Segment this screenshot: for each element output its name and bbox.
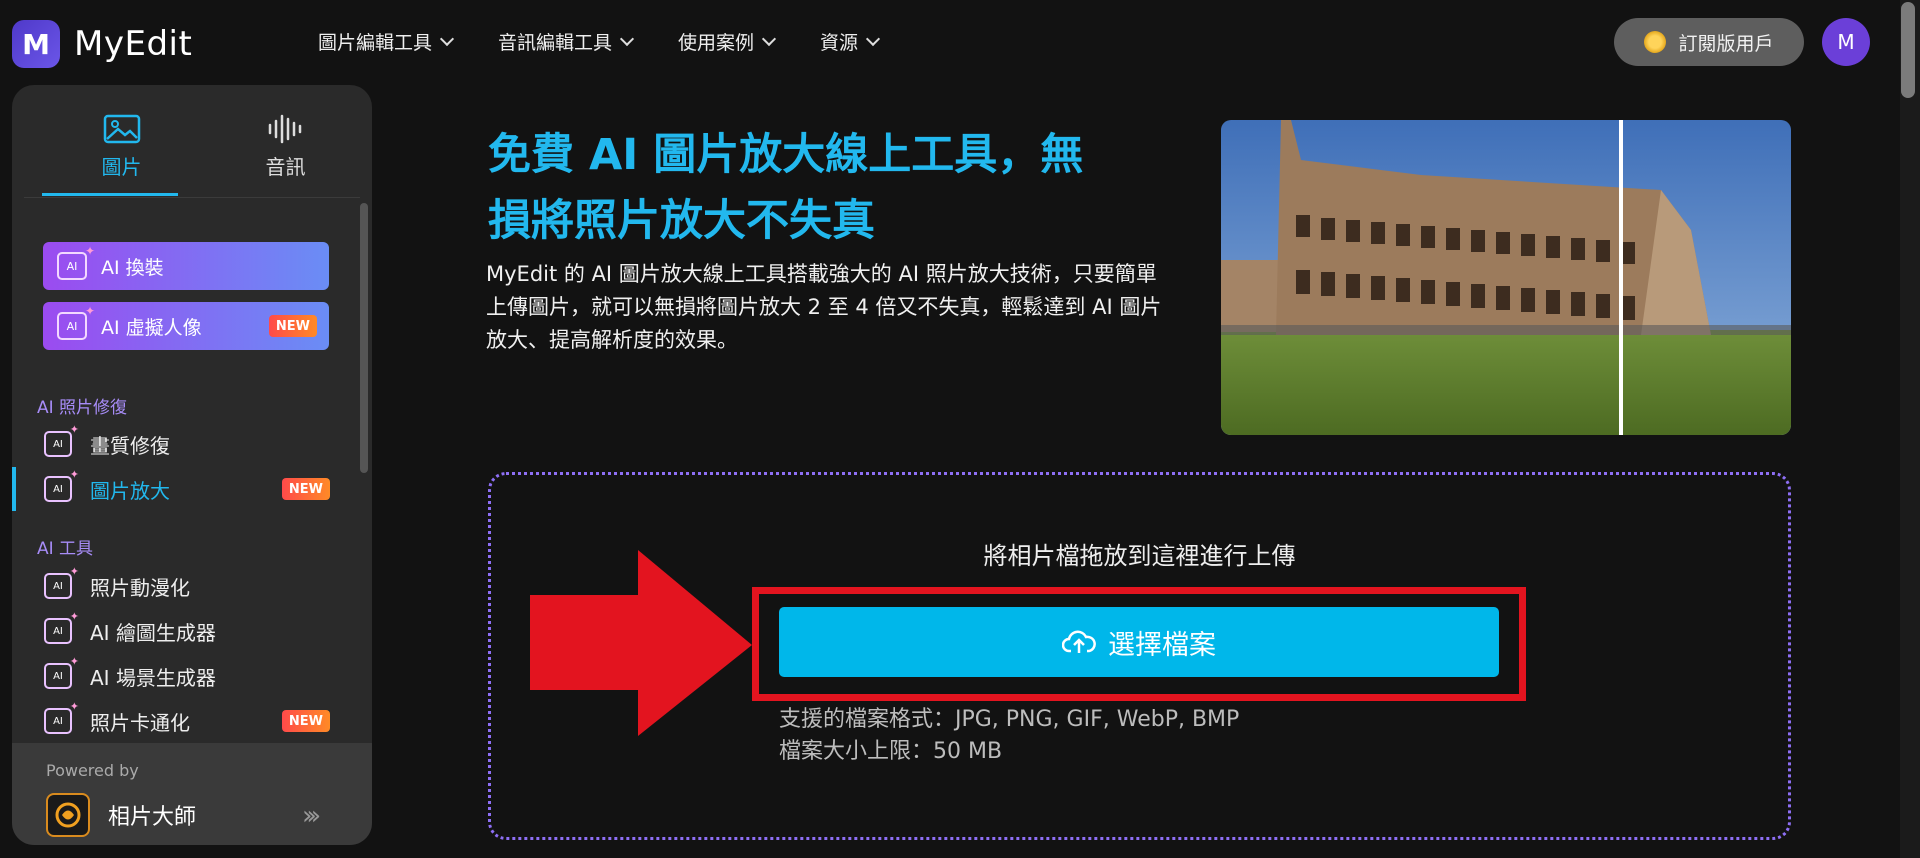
sidebar-item-label: AI 場景生成器 xyxy=(90,665,216,690)
sidebar: 圖片 音訊 AI AI 換裝 AI AI 虛擬人像 NEW AI 照片修復 AI… xyxy=(12,85,372,845)
ai-sparkle-icon: AI xyxy=(44,700,79,734)
tab-image-label: 圖片 xyxy=(101,155,142,179)
page-scrollbar-thumb[interactable] xyxy=(1901,2,1915,98)
supported-formats-text: 支援的檔案格式：JPG, PNG, GIF, WebP, BMP xyxy=(779,707,1240,732)
sidebar-item-label: 畫質修復 xyxy=(90,433,170,458)
sidebar-item-label: 照片動漫化 xyxy=(90,575,190,600)
ai-sparkle-icon: AI xyxy=(44,468,79,502)
page-scrollbar-track[interactable] xyxy=(1900,0,1920,858)
promo-label: AI 虛擬人像 xyxy=(101,316,202,339)
cloud-upload-icon xyxy=(1062,630,1096,653)
powered-by-panel[interactable]: Powered by 相片大師 ››› xyxy=(12,743,372,845)
chevron-down-icon xyxy=(439,31,455,47)
main-nav: 圖片編輯工具 音訊編輯工具 使用案例 資源 xyxy=(318,28,924,55)
choose-file-button[interactable]: 選擇檔案 xyxy=(779,607,1499,677)
max-size-text: 檔案大小上限：50 MB xyxy=(779,739,1003,764)
hero-before-after-image xyxy=(1221,120,1791,435)
medal-icon xyxy=(1644,31,1667,53)
divider xyxy=(24,197,360,198)
nav-resources[interactable]: 資源 xyxy=(820,28,881,55)
active-tab-underline xyxy=(42,193,178,196)
section-title-ai-tools: AI 工具 xyxy=(37,539,94,559)
sidebar-item-image-upscale[interactable]: AI 圖片放大 NEW xyxy=(12,467,372,511)
ai-sparkle-icon: AI xyxy=(44,565,79,599)
nav-label: 資源 xyxy=(820,32,859,54)
sidebar-item-photo-to-anime[interactable]: AI 照片動漫化 xyxy=(12,564,372,608)
audio-wave-icon xyxy=(218,107,353,151)
subscription-button[interactable]: 訂閱版用戶 xyxy=(1614,18,1804,66)
section-title-photo-restore: AI 照片修復 xyxy=(37,398,128,418)
sidebar-item-label: 圖片放大 xyxy=(90,478,170,503)
image-icon xyxy=(54,107,189,151)
tab-audio[interactable]: 音訊 xyxy=(218,107,353,197)
promo-ai-outfit[interactable]: AI AI 換裝 xyxy=(43,242,329,290)
ai-sparkle-icon: AI xyxy=(57,304,95,340)
powered-by-name: 相片大師 xyxy=(108,805,197,830)
avatar[interactable]: M xyxy=(1822,18,1870,66)
chevron-down-icon xyxy=(761,31,777,47)
subscription-label: 訂閱版用戶 xyxy=(1678,32,1774,55)
red-arrow-annotation xyxy=(530,550,752,736)
promo-ai-avatar[interactable]: AI AI 虛擬人像 NEW xyxy=(43,302,329,350)
page-title-line-1: 免費 AI 圖片放大線上工具，無 xyxy=(488,130,1084,180)
tab-image[interactable]: 圖片 xyxy=(54,107,189,197)
ai-sparkle-icon: AI xyxy=(44,610,79,644)
new-badge: NEW xyxy=(281,710,330,732)
new-badge: NEW xyxy=(281,478,330,500)
ai-sparkle-icon: AI xyxy=(57,244,95,280)
page-description: MyEdit 的 AI 圖片放大線上工具搭載強大的 AI 照片放大技術，只要簡單… xyxy=(486,262,1162,352)
sidebar-item-photo-to-cartoon[interactable]: AI 照片卡通化 NEW xyxy=(12,699,372,743)
chevron-down-icon xyxy=(619,31,635,47)
page-title: 免費 AI 圖片放大線上工具，無 損將照片放大不失真 xyxy=(488,122,1188,254)
tab-audio-label: 音訊 xyxy=(265,155,306,179)
chevrons-right-icon: ››› xyxy=(302,801,321,831)
nav-image-tools[interactable]: 圖片編輯工具 xyxy=(318,28,455,55)
new-badge: NEW xyxy=(268,315,317,337)
powered-by-label: Powered by xyxy=(46,761,139,780)
nav-label: 使用案例 xyxy=(678,32,755,54)
sidebar-item-ai-art-generator[interactable]: AI AI 繪圖生成器 xyxy=(12,609,372,653)
ai-sparkle-icon: AI xyxy=(44,423,79,457)
ai-sparkle-icon: AI xyxy=(44,655,79,689)
page: M MyEdit 圖片編輯工具 音訊編輯工具 使用案例 資源 訂閱版用戶 M 圖… xyxy=(0,0,1920,858)
upload-info: 支援的檔案格式：JPG, PNG, GIF, WebP, BMP 檔案大小上限：… xyxy=(779,704,1239,768)
choose-file-label: 選擇檔案 xyxy=(1108,629,1216,661)
logo-text: MyEdit xyxy=(74,24,193,64)
myedit-logo[interactable]: M MyEdit xyxy=(12,20,192,68)
sidebar-item-label: AI 繪圖生成器 xyxy=(90,620,216,645)
sidebar-item-ai-scene-generator[interactable]: AI AI 場景生成器 xyxy=(12,654,372,698)
sidebar-item-label: 照片卡通化 xyxy=(90,710,190,735)
nav-label: 圖片編輯工具 xyxy=(318,32,433,54)
nav-use-cases[interactable]: 使用案例 xyxy=(678,28,777,55)
photodirector-logo-icon xyxy=(46,793,90,837)
nav-audio-tools[interactable]: 音訊編輯工具 xyxy=(498,28,635,55)
sidebar-item-quality-repair[interactable]: AI 畫質修復 xyxy=(12,422,372,466)
top-navigation-bar: M MyEdit 圖片編輯工具 音訊編輯工具 使用案例 資源 訂閱版用戶 M xyxy=(0,0,1920,84)
page-title-line-2: 損將照片放大不失真 xyxy=(488,196,875,246)
nav-label: 音訊編輯工具 xyxy=(498,32,613,54)
myedit-logo-icon: M xyxy=(12,20,60,68)
promo-label: AI 換裝 xyxy=(101,256,164,279)
chevron-down-icon xyxy=(865,31,881,47)
